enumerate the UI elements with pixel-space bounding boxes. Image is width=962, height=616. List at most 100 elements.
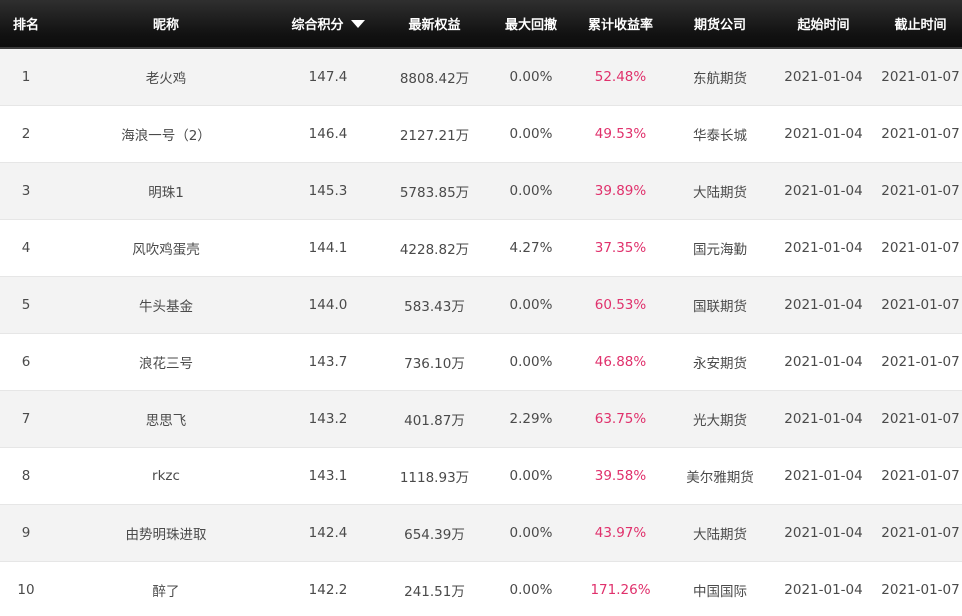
cell-rank: 6 [21,353,31,370]
header-nickname-label: 昵称 [152,18,179,33]
cell-drawdown: 0.00% [509,296,553,313]
cell-start: 2021-01-04 [784,353,863,370]
header-score[interactable]: 综合积分 [280,0,376,49]
table-row[interactable]: 2 海浪一号（2） 146.4 2127.21万 0.00% 49.53% 华泰… [0,105,962,162]
cell-equity: 583.43万 [404,298,465,315]
cell-company: 美尔雅期货 [686,469,754,486]
cell-rank: 7 [21,410,31,427]
cell-equity: 2127.21万 [399,127,470,144]
cell-company: 国元海勤 [693,241,747,258]
header-drawdown-label: 最大回撤 [504,18,557,33]
cell-end: 2021-01-07 [881,68,960,85]
cell-end: 2021-01-07 [881,296,960,313]
header-end-label: 截止时间 [894,18,947,33]
cell-end: 2021-01-07 [881,125,960,142]
cell-nickname[interactable]: 风吹鸡蛋壳 [52,219,280,276]
cell-company: 国联期货 [693,298,747,315]
cell-start: 2021-01-04 [784,524,863,541]
header-equity[interactable]: 最新权益 [376,0,493,49]
cell-start: 2021-01-04 [784,296,863,313]
cell-return: 43.97% [594,524,647,541]
cell-end: 2021-01-07 [881,524,960,541]
cell-rank: 1 [21,68,31,85]
cell-score: 144.1 [308,239,348,256]
cell-return: 49.53% [594,125,647,142]
cell-end: 2021-01-07 [881,353,960,370]
cell-rank: 3 [21,182,31,199]
header-drawdown[interactable]: 最大回撤 [493,0,569,49]
cell-equity: 8808.42万 [399,70,470,87]
cell-nickname[interactable]: 老火鸡 [52,48,280,105]
table-header-row: 排名 昵称 综合积分 最新权益 最大回撤 累计收益率 期货公司 起始时间 截止时… [0,0,962,49]
cell-drawdown: 0.00% [509,353,553,370]
header-nickname[interactable]: 昵称 [52,0,280,49]
cell-return: 37.35% [594,239,647,256]
cell-equity: 1118.93万 [399,469,470,486]
cell-start: 2021-01-04 [784,182,863,199]
cell-company: 华泰长城 [693,127,747,144]
header-company[interactable]: 期货公司 [672,0,768,49]
header-rank[interactable]: 排名 [0,0,52,49]
cell-return: 46.88% [594,353,647,370]
cell-nickname[interactable]: 牛头基金 [52,276,280,333]
header-start-label: 起始时间 [797,18,850,33]
cell-drawdown: 0.00% [509,68,553,85]
cell-rank: 8 [21,467,31,484]
cell-nickname[interactable]: rkzc [52,447,280,504]
cell-return: 60.53% [594,296,647,313]
cell-nickname[interactable]: 海浪一号（2） [52,105,280,162]
header-return[interactable]: 累计收益率 [569,0,672,49]
table-row[interactable]: 4 风吹鸡蛋壳 144.1 4228.82万 4.27% 37.35% 国元海勤… [0,219,962,276]
cell-score: 144.0 [308,296,348,313]
cell-company: 大陆期货 [693,184,747,201]
cell-nickname[interactable]: 由势明珠进取 [52,504,280,561]
table-row[interactable]: 3 明珠1 145.3 5783.85万 0.00% 39.89% 大陆期货 2… [0,162,962,219]
cell-equity: 401.87万 [404,412,465,429]
cell-nickname[interactable]: 醉了 [52,561,280,616]
cell-nickname[interactable]: 明珠1 [52,162,280,219]
cell-equity: 241.51万 [404,583,465,600]
cell-drawdown: 2.29% [509,410,553,427]
cell-drawdown: 0.00% [509,125,553,142]
table-row[interactable]: 9 由势明珠进取 142.4 654.39万 0.00% 43.97% 大陆期货… [0,504,962,561]
table-row[interactable]: 7 思思飞 143.2 401.87万 2.29% 63.75% 光大期货 20… [0,390,962,447]
header-score-label: 综合积分 [291,18,344,33]
table-row[interactable]: 5 牛头基金 144.0 583.43万 0.00% 60.53% 国联期货 2… [0,276,962,333]
cell-score: 142.4 [308,524,348,541]
ranking-table: 排名 昵称 综合积分 最新权益 最大回撤 累计收益率 期货公司 起始时间 截止时… [0,0,962,616]
cell-nickname[interactable]: 浪花三号 [52,333,280,390]
cell-score: 145.3 [308,182,348,199]
cell-drawdown: 0.00% [509,581,553,598]
cell-end: 2021-01-07 [881,239,960,256]
cell-start: 2021-01-04 [784,68,863,85]
cell-return: 52.48% [594,68,647,85]
sort-down-triangle-icon[interactable] [350,20,365,28]
ranking-table-container: 排名 昵称 综合积分 最新权益 最大回撤 累计收益率 期货公司 起始时间 截止时… [0,0,962,616]
cell-start: 2021-01-04 [784,581,863,598]
cell-score: 143.7 [308,353,348,370]
cell-rank: 4 [21,239,31,256]
cell-company: 东航期货 [693,70,747,87]
cell-start: 2021-01-04 [784,467,863,484]
header-company-label: 期货公司 [693,18,746,33]
cell-nickname[interactable]: 思思飞 [52,390,280,447]
cell-end: 2021-01-07 [881,467,960,484]
table-row[interactable]: 1 老火鸡 147.4 8808.42万 0.00% 52.48% 东航期货 2… [0,48,962,105]
table-row[interactable]: 6 浪花三号 143.7 736.10万 0.00% 46.88% 永安期货 2… [0,333,962,390]
cell-return: 63.75% [594,410,647,427]
cell-score: 142.2 [308,581,348,598]
cell-company: 中国国际 [693,583,747,600]
cell-score: 147.4 [308,68,348,85]
cell-end: 2021-01-07 [881,581,960,598]
table-row[interactable]: 8 rkzc 143.1 1118.93万 0.00% 39.58% 美尔雅期货… [0,447,962,504]
table-row[interactable]: 10 醉了 142.2 241.51万 0.00% 171.26% 中国国际 2… [0,561,962,616]
header-end[interactable]: 截止时间 [879,0,962,49]
header-start[interactable]: 起始时间 [768,0,879,49]
header-equity-label: 最新权益 [408,18,461,33]
cell-company: 大陆期货 [693,526,747,543]
cell-rank: 5 [21,296,31,313]
cell-rank: 2 [21,125,31,142]
cell-end: 2021-01-07 [881,182,960,199]
cell-score: 143.2 [308,410,348,427]
cell-equity: 654.39万 [404,526,465,543]
